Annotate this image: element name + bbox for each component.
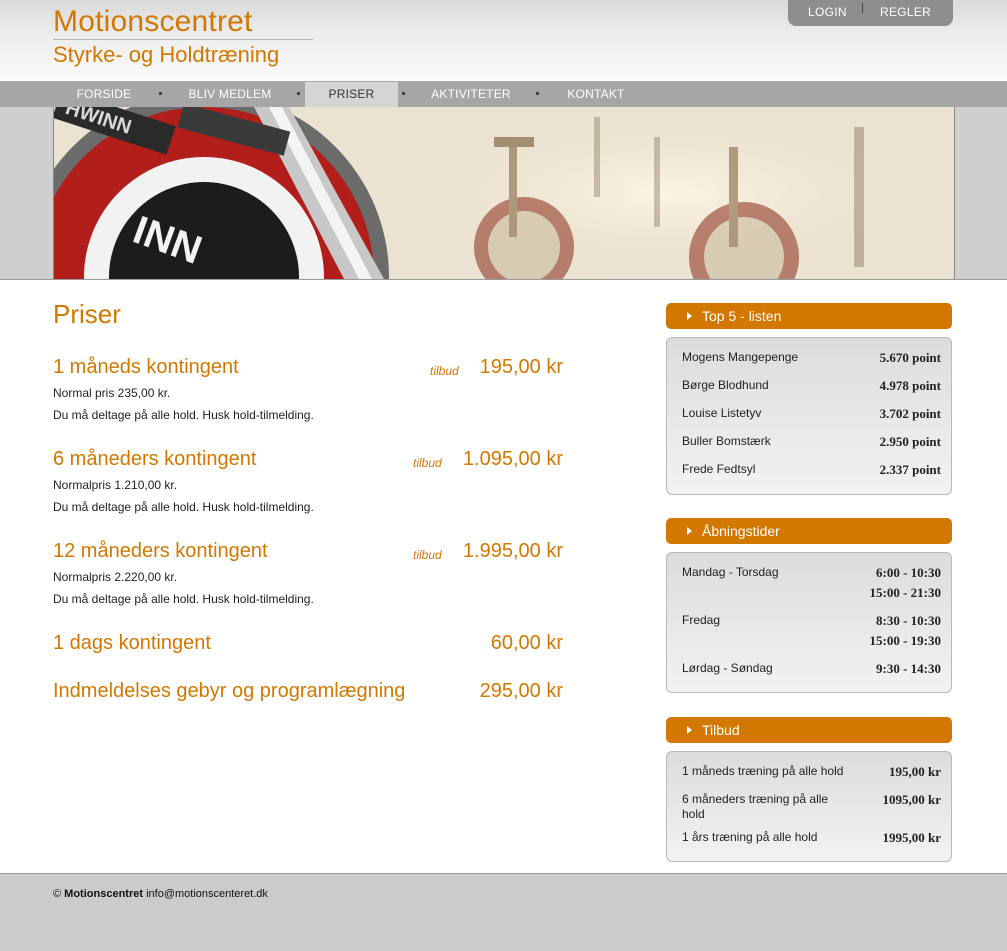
arrow-right-icon <box>687 312 692 320</box>
nav-item-aktiviteter[interactable]: AKTIVITETER <box>422 82 520 107</box>
offer-price: 1095,00 kr <box>882 792 942 807</box>
top5-points: 2.337 point <box>879 462 941 477</box>
list-item: Mandag - Torsdag 6:00 - 10:30 15:00 - 21… <box>682 565 941 605</box>
hours-time: 15:00 - 21:30 <box>869 585 942 600</box>
hours-title: Åbningstider <box>702 523 780 539</box>
top5-points: 4.978 point <box>879 378 941 393</box>
nav-item-priser[interactable]: PRISER <box>305 82 398 107</box>
nav-item-bliv-medlem[interactable]: BLIV MEDLEM <box>180 82 280 107</box>
nav-separator <box>402 92 405 95</box>
price-item: Indmeldelses gebyr og programlægning 295… <box>53 680 563 710</box>
offer-name: 1 års træning på alle hold <box>682 830 818 844</box>
top5-name: Buller Bomstærk <box>682 434 771 448</box>
top-links: LOGIN REGLER <box>788 0 953 26</box>
price-item-name: 1 måneds kontingent <box>53 356 239 378</box>
price-item-price: 1.995,00 kr <box>462 540 563 562</box>
footer-text: © Motionscentret info@motionscenteret.dk <box>53 888 268 900</box>
main-nav: FORSIDE BLIV MEDLEM PRISER AKTIVITETER K… <box>0 82 1007 107</box>
price-item-price: 295,00 kr <box>479 680 563 702</box>
hours-time: 15:00 - 19:30 <box>869 633 942 648</box>
price-item-name: 1 dags kontingent <box>53 632 211 654</box>
site-title[interactable]: Motionscentret <box>53 5 253 39</box>
top5-name: Børge Blodhund <box>682 378 769 392</box>
offer-tag: tilbud <box>413 456 442 470</box>
price-item-normal-price: Normalpris 1.210,00 kr. <box>53 478 178 492</box>
hours-day: Mandag - Torsdag <box>682 565 779 579</box>
hours-day: Fredag <box>682 613 721 627</box>
hours-header: Åbningstider <box>666 518 952 544</box>
price-item-name: 12 måneders kontingent <box>53 540 268 562</box>
top5-points: 3.702 point <box>879 406 941 421</box>
offers-title: Tilbud <box>702 722 740 738</box>
top5-points: 2.950 point <box>879 434 941 449</box>
banner-image: INN HWINN <box>53 107 955 279</box>
price-item: 6 måneders kontingent tilbud 1.095,00 kr… <box>53 448 563 518</box>
top5-points: 5.670 point <box>879 350 941 365</box>
arrow-right-icon <box>687 726 692 734</box>
list-item: Lørdag - Søndag 9:30 - 14:30 <box>682 661 941 681</box>
offer-price: 1995,00 kr <box>882 830 942 845</box>
price-item-name: Indmeldelses gebyr og programlægning <box>53 680 406 702</box>
hours-time: 8:30 - 10:30 <box>876 613 941 628</box>
top5-name: Louise Listetyv <box>682 406 762 420</box>
price-item-price: 1.095,00 kr <box>462 448 563 470</box>
nav-separator <box>536 92 539 95</box>
offer-tag: tilbud <box>413 548 442 562</box>
offer-name: 6 måneders træning på alle hold <box>682 792 829 821</box>
hours-day: Lørdag - Søndag <box>682 661 773 675</box>
site-subtitle: Styrke- og Holdtræning <box>53 42 280 67</box>
copyright-symbol: © <box>53 888 62 900</box>
hours-box: Mandag - Torsdag 6:00 - 10:30 15:00 - 21… <box>666 552 952 693</box>
price-item-price: 60,00 kr <box>490 632 563 654</box>
offers-header: Tilbud <box>666 717 952 743</box>
price-item-note: Du må deltage på alle hold. Husk hold-ti… <box>53 500 314 514</box>
price-item: 12 måneders kontingent tilbud 1.995,00 k… <box>53 540 563 610</box>
footer-email-link[interactable]: info@motionscenteret.dk <box>146 888 268 900</box>
footer-brand: Motionscentret <box>64 888 144 900</box>
nav-separator <box>297 92 300 95</box>
price-item-price: 195,00 kr <box>479 356 563 378</box>
price-item-normal-price: Normal pris 235,00 kr. <box>53 386 171 400</box>
nav-item-forside[interactable]: FORSIDE <box>66 82 142 107</box>
login-link[interactable]: LOGIN <box>808 5 847 19</box>
price-item: 1 måneds kontingent tilbud 195,00 kr Nor… <box>53 356 563 426</box>
price-item-note: Du må deltage på alle hold. Husk hold-ti… <box>53 592 314 606</box>
site-footer: © Motionscentret info@motionscenteret.dk <box>0 873 1007 951</box>
top5-title: Top 5 - listen <box>702 308 782 324</box>
top-links-divider <box>862 3 863 13</box>
site-header: Motionscentret Styrke- og Holdtræning LO… <box>0 0 1007 82</box>
logo-divider <box>53 39 313 40</box>
hours-time: 6:00 - 10:30 <box>876 565 941 580</box>
top5-name: Mogens Mangepenge <box>682 350 799 364</box>
offer-price: 195,00 kr <box>889 764 941 779</box>
spinning-bikes-illustration: INN HWINN <box>54 107 954 279</box>
top5-name: Frede Fedtsyl <box>682 462 756 476</box>
price-item-name: 6 måneders kontingent <box>53 448 257 470</box>
price-item: 1 dags kontingent 60,00 kr <box>53 632 563 662</box>
top5-header: Top 5 - listen <box>666 303 952 329</box>
nav-separator <box>159 92 162 95</box>
page-title: Priser <box>53 299 121 329</box>
nav-item-kontakt[interactable]: KONTAKT <box>556 82 636 107</box>
offer-name: 1 måneds træning på alle hold <box>682 764 844 778</box>
top5-box: Mogens Mangepenge 5.670 point Børge Blodh… <box>666 337 952 495</box>
price-item-normal-price: Normalpris 2.220,00 kr. <box>53 570 178 584</box>
price-item-note: Du må deltage på alle hold. Husk hold-ti… <box>53 408 314 422</box>
hours-time: 9:30 - 14:30 <box>876 661 941 676</box>
arrow-right-icon <box>687 527 692 535</box>
offers-box: 1 måneds træning på alle hold 195,00 kr 6… <box>666 751 952 862</box>
list-item: Fredag 8:30 - 10:30 15:00 - 19:30 <box>682 613 941 653</box>
rules-link[interactable]: REGLER <box>880 5 931 19</box>
offer-tag: tilbud <box>430 364 459 378</box>
